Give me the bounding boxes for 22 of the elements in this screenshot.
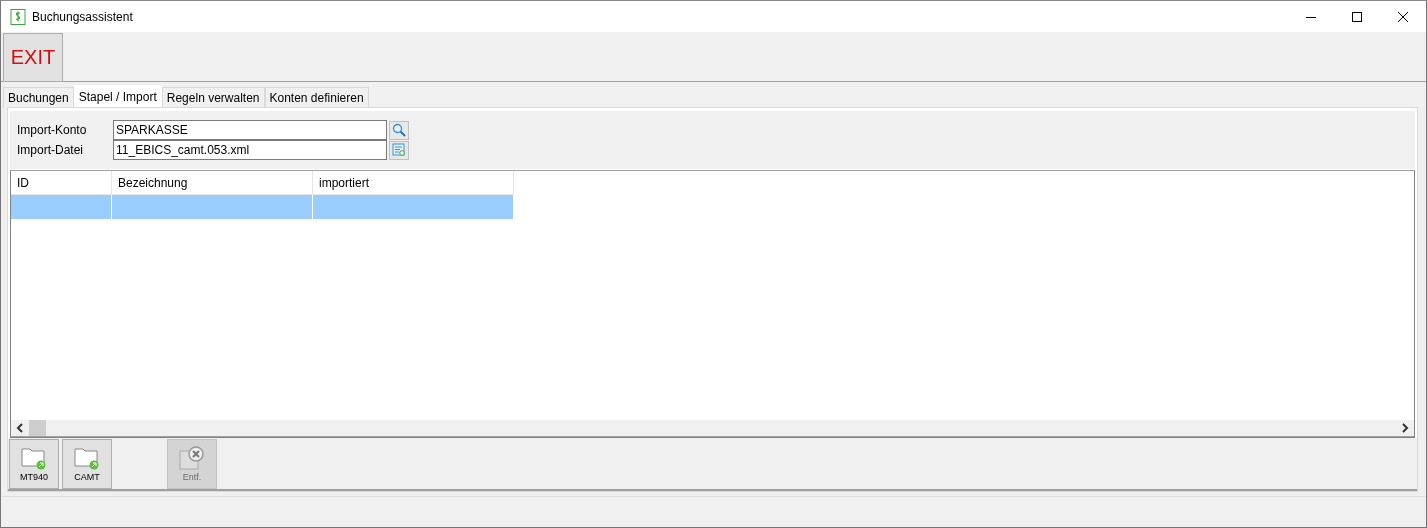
field-label: Import-Konto <box>17 123 88 137</box>
folder-sync-icon <box>21 445 47 470</box>
scroll-thumb[interactable] <box>29 420 46 436</box>
file-search-icon <box>392 143 406 157</box>
action-button[interactable]: MT940 <box>9 438 59 489</box>
app-icon <box>10 8 26 25</box>
field-label: Import-Datei <box>17 143 85 157</box>
input-field[interactable]: SPARKASSE <box>113 120 387 140</box>
input-field[interactable]: 11_EBICS_camt.053.xml <box>113 140 387 160</box>
search-icon <box>392 123 406 137</box>
action-button[interactable]: CAMT <box>62 438 112 489</box>
scroll-right-icon[interactable] <box>1401 423 1409 433</box>
search-button[interactable] <box>389 120 409 140</box>
tab[interactable]: Buchungen <box>3 87 74 108</box>
exit-button[interactable]: EXIT <box>3 33 63 82</box>
window-title: Buchungsassistent <box>32 9 133 24</box>
maximize-icon[interactable] <box>1351 10 1363 23</box>
delete-icon <box>179 445 205 470</box>
folder-sync-icon <box>74 445 100 470</box>
scroll-left-icon[interactable] <box>16 423 24 433</box>
close-icon[interactable] <box>1397 10 1409 23</box>
horizontal-scrollbar[interactable] <box>11 420 1414 437</box>
